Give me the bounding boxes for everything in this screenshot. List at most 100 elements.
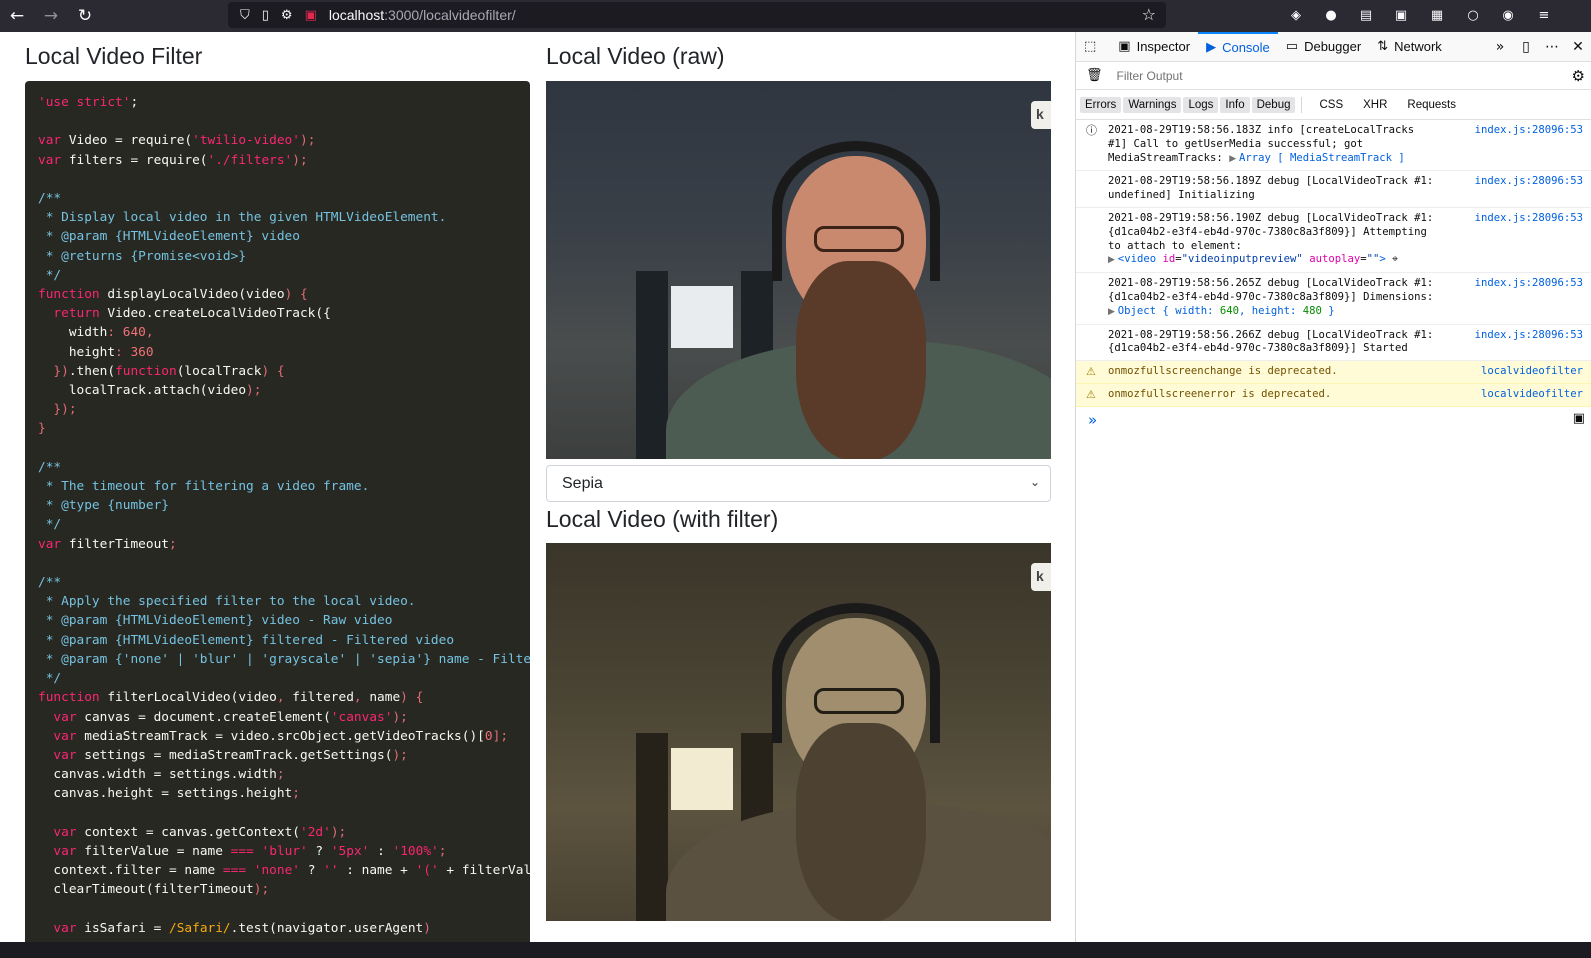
extension-icon[interactable]: ▦ [1426, 4, 1448, 26]
console-levels: Errors Warnings Logs Info Debug CSS XHR … [1076, 90, 1591, 120]
code-text: 'use strict'; var Video = require('twili… [38, 93, 530, 938]
filtered-video: k [546, 543, 1051, 921]
code-line: 'use strict'; [38, 95, 146, 110]
level-errors[interactable]: Errors [1080, 96, 1122, 113]
code-line: canvas.width = settings.width; [38, 767, 285, 783]
more-tabs-icon[interactable]: » [1487, 39, 1513, 55]
level-warnings[interactable]: Warnings [1123, 96, 1182, 113]
warning-icon: ⚠ [1086, 387, 1096, 401]
message-source-link[interactable]: index.js:28096:53 [1475, 277, 1583, 291]
code-line: * @param {'none' | 'blur' | 'grayscale' … [38, 651, 530, 667]
close-icon[interactable]: ✕ [1565, 39, 1591, 55]
camera-icon[interactable]: ▣ [305, 8, 317, 23]
filter-input[interactable]: Filter Output [1117, 69, 1183, 83]
devtools-panel: ⬚ ▣ Inspector ▶ Console ▭ Debugger ⇅ Network… [1075, 31, 1591, 942]
console-filter-bar: 🗑 Filter Output ⚙ [1076, 62, 1591, 90]
code-line: canvas.height = settings.height; [38, 786, 300, 802]
filter-css[interactable]: CSS [1314, 97, 1348, 113]
filter-xhr[interactable]: XHR [1358, 97, 1392, 113]
code-line: var isSafari = /Safari/.test(navigator.u… [53, 920, 431, 936]
pick-element-button[interactable]: ⬚ [1076, 32, 1110, 62]
console-input[interactable]: » ▣ [1076, 407, 1591, 431]
code-line: clearTimeout(filterTimeout); [38, 882, 270, 898]
pick-element-icon: ⬚ [1084, 39, 1097, 54]
filter-requests[interactable]: Requests [1402, 97, 1461, 113]
extension-icon[interactable]: ○ [1462, 4, 1484, 26]
console-message: 2021-08-29T19:58:56.265Z debug [LocalVid… [1076, 273, 1591, 325]
permissions-icon[interactable]: ⚙ [281, 8, 293, 23]
code-line: width: 640, [38, 325, 154, 341]
code-line: */ [38, 671, 62, 687]
tab-debugger[interactable]: ▭ Debugger [1278, 32, 1369, 62]
code-line: * @returns {Promise<void>} [38, 248, 247, 264]
target-icon[interactable]: ⌖ [1392, 253, 1398, 265]
code-line: var settings = mediaStreamTrack.getSetti… [53, 747, 408, 763]
expand-icon[interactable]: ▶ [1229, 154, 1239, 164]
code-line: * Apply the specified filter to the loca… [38, 594, 416, 610]
url-path: :3000/localvideofilter/ [384, 7, 516, 23]
message-source-link[interactable]: localvideofilter [1481, 365, 1583, 379]
code-line: * Display local video in the given HTMLV… [38, 210, 447, 226]
level-logs[interactable]: Logs [1183, 96, 1219, 113]
extension-icon[interactable]: ◉ [1497, 4, 1519, 26]
tab-console[interactable]: ▶ Console [1198, 31, 1278, 62]
extension-icon[interactable]: ● [1320, 4, 1342, 26]
code-line: function filterLocalVideo(video, filtere… [38, 690, 424, 706]
code-line: * The timeout for filtering a video fram… [38, 479, 370, 495]
gear-icon[interactable]: ⚙ [1572, 67, 1585, 85]
bookmark-star-icon[interactable]: ☆ [1142, 5, 1156, 24]
code-line: */ [38, 517, 62, 533]
message-source-link[interactable]: index.js:28096:53 [1475, 124, 1583, 138]
video-badge: k [1031, 563, 1051, 591]
more-options-icon[interactable]: ⋯ [1539, 39, 1565, 55]
code-line: }).then(function(localTrack) { [38, 363, 285, 379]
code-block: 'use strict'; var Video = require('twili… [25, 81, 530, 958]
console-message: 2021-08-29T19:58:56.189Z debug [LocalVid… [1076, 171, 1591, 208]
message-source-link[interactable]: index.js:28096:53 [1475, 175, 1583, 189]
console-warning: ⚠ onmozfullscreenerror is deprecated. lo… [1076, 383, 1591, 407]
extension-icon[interactable]: ▤ [1355, 4, 1377, 26]
code-line: * @param {HTMLVideoElement} video [38, 229, 300, 245]
console-warning: ⚠ onmozfullscreenchange is deprecated. l… [1076, 361, 1591, 384]
prompt-chevron-icon: » [1088, 410, 1098, 429]
back-button[interactable]: ← [0, 2, 34, 30]
reload-button[interactable]: ↻ [68, 2, 102, 30]
page-title: Local Video Filter [25, 43, 203, 69]
trash-icon[interactable]: 🗑 [1086, 68, 1103, 83]
page-content: Local Video Filter 'use strict'; var Vid… [0, 32, 1075, 958]
level-debug[interactable]: Debug [1251, 96, 1296, 113]
menu-icon[interactable]: ≡ [1533, 4, 1555, 26]
level-info[interactable]: Info [1220, 96, 1250, 113]
code-line: function displayLocalVideo(video) { [38, 287, 308, 303]
split-console-icon[interactable]: ▣ [1573, 411, 1585, 426]
message-source-link[interactable]: localvideofilter [1481, 388, 1583, 402]
code-line: localTrack.attach(video); [38, 383, 262, 399]
responsive-design-icon[interactable]: ▯ [1513, 39, 1539, 55]
shield-icon[interactable]: ⛉ [240, 8, 250, 23]
page-icon: ▯ [261, 7, 269, 23]
code-line: } [38, 421, 46, 437]
devtools-tabs: ⬚ ▣ Inspector ▶ Console ▭ Debugger ⇅ Network… [1076, 31, 1591, 62]
code-line: }); [38, 402, 77, 418]
extension-icon[interactable]: ▣ [1390, 4, 1412, 26]
console-message: 2021-08-29T19:58:56.190Z debug [LocalVid… [1076, 208, 1591, 274]
forward-button[interactable]: → [34, 2, 68, 30]
info-icon: ⓘ [1086, 124, 1097, 137]
expand-icon[interactable]: ▶ [1108, 307, 1118, 317]
raw-video: k [546, 81, 1051, 459]
expand-icon[interactable]: ▶ [1108, 255, 1118, 265]
url-bar[interactable]: ⛉ ▯ ⚙ ▣ localhost:3000/localvideofilter/… [228, 2, 1166, 28]
pocket-icon[interactable]: ◈ [1285, 4, 1307, 26]
message-source-link[interactable]: index.js:28096:53 [1475, 329, 1583, 343]
filter-select[interactable]: Sepia ⌄ [546, 465, 1051, 502]
message-source-link[interactable]: index.js:28096:53 [1475, 212, 1583, 226]
browser-toolbar: ← → ↻ ⛉ ▯ ⚙ ▣ localhost:3000/localvideof… [0, 0, 1591, 32]
tab-network[interactable]: ⇅ Network [1369, 32, 1450, 62]
code-line: /** [38, 459, 62, 475]
tab-inspector[interactable]: ▣ Inspector [1110, 32, 1198, 62]
